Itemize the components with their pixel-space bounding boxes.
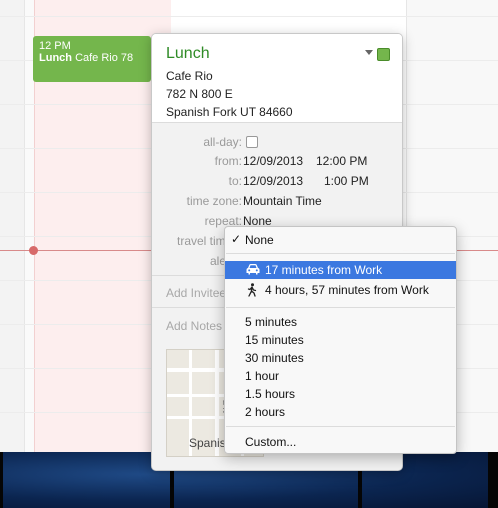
event-title-field[interactable]: Lunch <box>166 45 210 63</box>
menu-item-1-hour[interactable]: 1 hour <box>225 367 456 385</box>
event-title: Lunch <box>39 52 72 64</box>
calendar-color-chip[interactable] <box>377 48 390 61</box>
all-day-checkbox[interactable] <box>246 136 258 148</box>
time-zone-value[interactable]: Mountain Time <box>243 194 322 208</box>
to-time[interactable]: 1:00 PM <box>324 174 369 188</box>
add-notes-field[interactable]: Add Notes <box>166 319 222 333</box>
walking-person-icon <box>245 283 261 297</box>
popover-header: Lunch Cafe Rio 782 N 800 E Spanish Fork … <box>152 34 402 122</box>
address-line[interactable]: Spanish Fork UT 84660 <box>166 105 293 119</box>
calendar-event-lunch[interactable]: 12 PM Lunch Cafe Rio 78 <box>33 36 151 82</box>
menu-item-5-minutes[interactable]: 5 minutes <box>225 313 456 331</box>
chevron-down-icon[interactable] <box>365 50 373 55</box>
map-city-label: Spanis <box>189 436 226 450</box>
menu-item-none[interactable]: ✓ None <box>225 231 456 249</box>
menu-item-drive-time[interactable]: 17 minutes from Work <box>225 261 456 279</box>
from-time[interactable]: 12:00 PM <box>316 154 367 168</box>
checkmark-icon: ✓ <box>231 232 242 246</box>
address-line[interactable]: 782 N 800 E <box>166 87 233 101</box>
hour-line <box>0 16 498 17</box>
event-location: Cafe Rio 78 <box>75 52 134 64</box>
to-label: to: <box>228 174 242 188</box>
all-day-label: all-day: <box>203 135 242 149</box>
menu-item-1-5-hours[interactable]: 1.5 hours <box>225 385 456 403</box>
current-time-dot <box>29 246 38 255</box>
from-date[interactable]: 12/09/2013 <box>243 154 303 168</box>
calendar-column-time <box>0 0 25 452</box>
travel-time-menu: ✓ None 17 minutes from Work 4 hours, 57 … <box>224 226 457 454</box>
add-invitees-field[interactable]: Add Invitee <box>166 286 226 300</box>
to-date[interactable]: 12/09/2013 <box>243 174 303 188</box>
menu-item-2-hours[interactable]: 2 hours <box>225 403 456 421</box>
menu-item-custom[interactable]: Custom... <box>225 433 456 451</box>
address-line[interactable]: Cafe Rio <box>166 69 213 83</box>
from-label: from: <box>214 154 242 168</box>
car-icon <box>245 263 261 277</box>
menu-item-30-minutes[interactable]: 30 minutes <box>225 349 456 367</box>
time-zone-label: time zone: <box>186 194 242 208</box>
event-time: 12 PM <box>39 40 71 52</box>
menu-item-15-minutes[interactable]: 15 minutes <box>225 331 456 349</box>
menu-item-walk-time[interactable]: 4 hours, 57 minutes from Work <box>225 281 456 299</box>
